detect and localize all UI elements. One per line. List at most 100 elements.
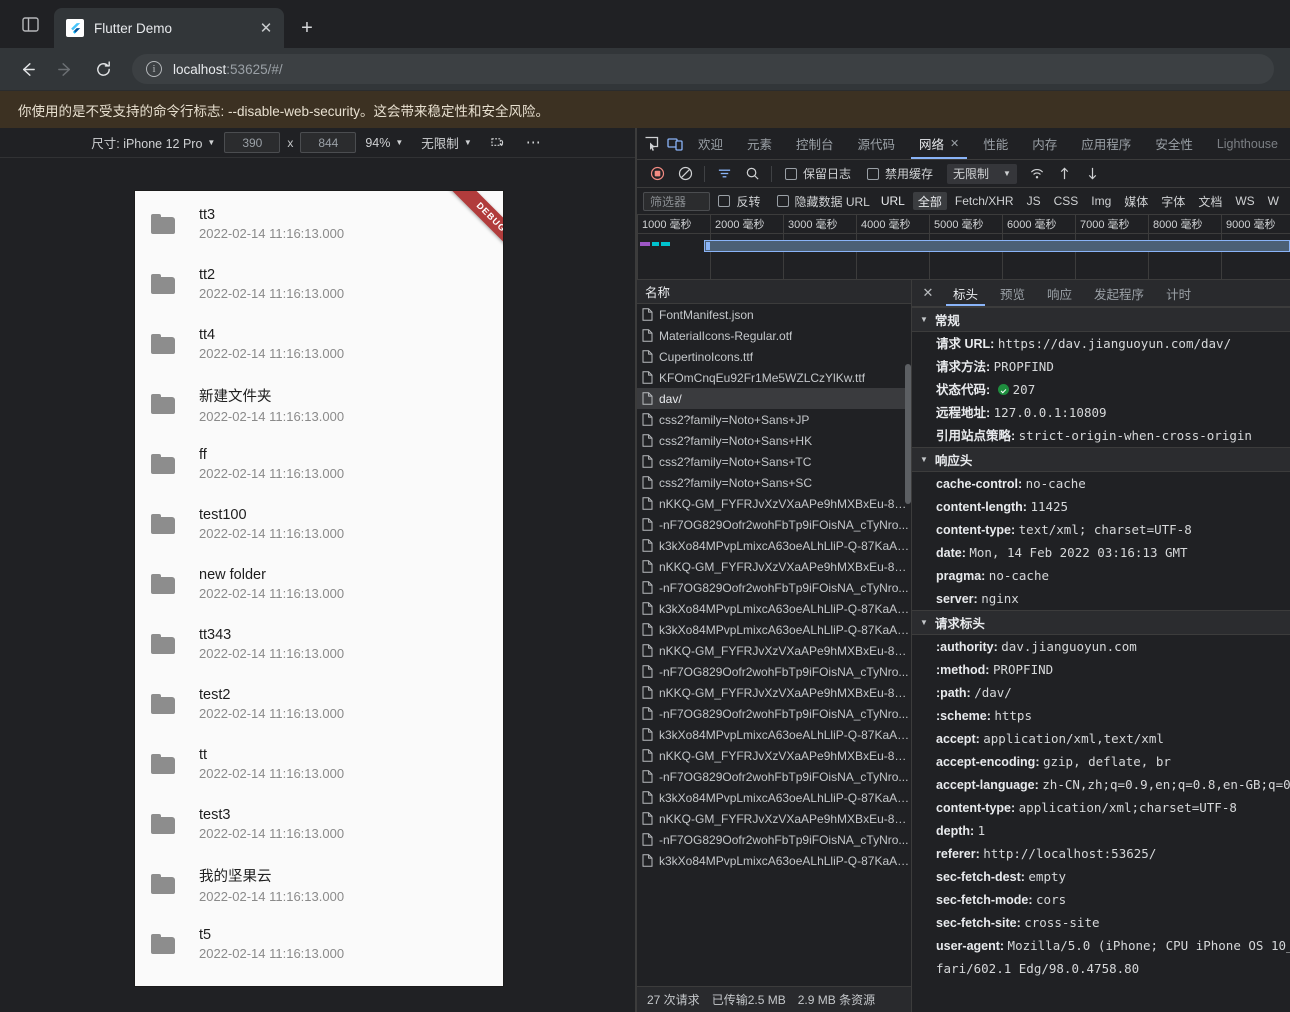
device-height-input[interactable]: 844 [300, 132, 356, 153]
close-icon[interactable]: ✕ [256, 18, 276, 38]
devtools-tab-安全性[interactable]: 安全性 [1143, 128, 1205, 159]
list-item[interactable]: new folder2022-02-14 11:16:13.000 [135, 554, 503, 614]
list-item[interactable]: tt2022-02-14 11:16:13.000 [135, 734, 503, 794]
filter-input[interactable]: 筛选器 [643, 192, 710, 211]
filter-type-CSS[interactable]: CSS [1049, 192, 1084, 210]
detail-tab-计时[interactable]: 计时 [1155, 280, 1202, 306]
filter-type-Fetch/XHR[interactable]: Fetch/XHR [950, 192, 1019, 210]
table-row[interactable]: nKKQ-GM_FYFRJvXzVXaAPe9hMXBxEu-8JKJi... [637, 556, 911, 577]
filter-type-JS[interactable]: JS [1022, 192, 1046, 210]
detail-tab-标头[interactable]: 标头 [942, 280, 989, 306]
devtools-tab-内存[interactable]: 内存 [1020, 128, 1069, 159]
table-row[interactable]: css2?family=Noto+Sans+SC [637, 472, 911, 493]
tab-list-icon[interactable] [12, 6, 48, 42]
list-item[interactable]: 新建文件夹2022-02-14 11:16:13.000 [135, 374, 503, 434]
overview-body[interactable] [637, 234, 1290, 280]
devtools-tab-元素[interactable]: 元素 [735, 128, 784, 159]
table-row[interactable]: KFOmCnqEu92Fr1Me5WZLCzYlKw.ttf [637, 367, 911, 388]
section-header-request-headers[interactable]: ▼请求标头 [912, 610, 1290, 635]
invert-checkbox[interactable]: 反转 [710, 193, 768, 210]
list-item[interactable]: test32022-02-14 11:16:13.000 [135, 794, 503, 854]
close-detail-icon[interactable]: ✕ [914, 280, 942, 306]
list-item[interactable]: t52022-02-14 11:16:13.000 [135, 914, 503, 974]
filter-type-媒体[interactable]: 媒体 [1119, 192, 1153, 210]
devtools-tab-网络[interactable]: 网络✕ [907, 128, 971, 159]
table-row[interactable]: -nF7OG829Oofr2wohFbTp9iFOisNA_cTyNro... [637, 577, 911, 598]
table-row[interactable]: dav/ [637, 388, 911, 409]
hide-data-urls-checkbox[interactable]: 隐藏数据 URL [769, 193, 872, 210]
request-column-header[interactable]: 名称 [637, 280, 911, 304]
detail-tab-预览[interactable]: 预览 [989, 280, 1036, 306]
table-row[interactable]: -nF7OG829Oofr2wohFbTp9iFOisNA_cTyNro... [637, 766, 911, 787]
throttle-selector[interactable]: 无限制 ▼ [412, 132, 480, 154]
forward-icon[interactable] [48, 52, 82, 86]
table-row[interactable]: nKKQ-GM_FYFRJvXzVXaAPe9hMXBxEu-8JKJi... [637, 640, 911, 661]
table-row[interactable]: css2?family=Noto+Sans+JP [637, 409, 911, 430]
network-overview[interactable]: 1000 毫秒2000 毫秒3000 毫秒4000 毫秒5000 毫秒6000 … [637, 215, 1290, 280]
filter-type-字体[interactable]: 字体 [1156, 192, 1190, 210]
table-row[interactable]: k3kXo84MPvpLmixcA63oeALhLliP-Q-87KaAa... [637, 598, 911, 619]
table-row[interactable]: css2?family=Noto+Sans+HK [637, 430, 911, 451]
request-list[interactable]: FontManifest.jsonMaterialIcons-Regular.o… [637, 304, 911, 986]
throttle-dropdown[interactable]: 无限制 ▼ [947, 164, 1017, 184]
list-item[interactable]: tt32022-02-14 11:16:13.000 [135, 194, 503, 254]
table-row[interactable]: k3kXo84MPvpLmixcA63oeALhLliP-Q-87KaAa... [637, 535, 911, 556]
table-row[interactable]: -nF7OG829Oofr2wohFbTp9iFOisNA_cTyNro... [637, 703, 911, 724]
detail-tab-发起程序[interactable]: 发起程序 [1083, 280, 1155, 306]
device-width-input[interactable]: 390 [224, 132, 280, 153]
section-header-general[interactable]: ▼常规 [912, 307, 1290, 332]
site-info-icon[interactable]: i [146, 61, 162, 77]
list-item[interactable]: test1002022-02-14 11:16:13.000 [135, 494, 503, 554]
list-item[interactable]: ff2022-02-14 11:16:13.000 [135, 434, 503, 494]
export-har-icon[interactable] [1079, 162, 1107, 186]
table-row[interactable]: k3kXo84MPvpLmixcA63oeALhLliP-Q-87KaAa... [637, 787, 911, 808]
table-row[interactable]: nKKQ-GM_FYFRJvXzVXaAPe9hMXBxEu-8JKJi... [637, 808, 911, 829]
filter-type-WS[interactable]: WS [1230, 192, 1259, 210]
table-row[interactable]: k3kXo84MPvpLmixcA63oeALhLliP-Q-87KaAa... [637, 724, 911, 745]
list-item[interactable]: tt22022-02-14 11:16:13.000 [135, 254, 503, 314]
list-item[interactable]: 我的坚果云2022-02-14 11:16:13.000 [135, 854, 503, 914]
new-tab-button[interactable]: + [292, 13, 322, 43]
disable-cache-checkbox[interactable]: 禁用缓存 [859, 165, 941, 182]
table-row[interactable]: nKKQ-GM_FYFRJvXzVXaAPe9hMXBxEu-8JKJi... [637, 745, 911, 766]
browser-tab[interactable]: Flutter Demo ✕ [54, 8, 284, 48]
list-item[interactable]: tt3432022-02-14 11:16:13.000 [135, 614, 503, 674]
table-row[interactable]: -nF7OG829Oofr2wohFbTp9iFOisNA_cTyNro... [637, 829, 911, 850]
table-row[interactable]: k3kXo84MPvpLmixcA63oeALhLliP-Q-87KaAa... [637, 619, 911, 640]
inspect-element-icon[interactable] [641, 128, 663, 159]
detail-tab-响应[interactable]: 响应 [1036, 280, 1083, 306]
address-bar[interactable]: i localhost:53625/#/ [132, 54, 1274, 84]
devtools-tab-应用程序[interactable]: 应用程序 [1069, 128, 1143, 159]
devtools-tab-源代码[interactable]: 源代码 [846, 128, 908, 159]
devtools-tab-Lighthouse[interactable]: Lighthouse [1205, 128, 1290, 159]
overview-selection-window[interactable] [704, 240, 1290, 252]
devtools-tab-性能[interactable]: 性能 [971, 128, 1020, 159]
import-har-icon[interactable] [1051, 162, 1079, 186]
table-row[interactable]: k3kXo84MPvpLmixcA63oeALhLliP-Q-87KaAa... [637, 850, 911, 871]
filter-icon[interactable] [710, 162, 738, 186]
filter-type-全部[interactable]: 全部 [913, 192, 947, 210]
back-icon[interactable] [10, 52, 44, 86]
list-item[interactable]: test22022-02-14 11:16:13.000 [135, 674, 503, 734]
network-conditions-icon[interactable] [1023, 162, 1051, 186]
filter-type-Img[interactable]: Img [1086, 192, 1116, 210]
table-row[interactable]: MaterialIcons-Regular.otf [637, 325, 911, 346]
preserve-log-checkbox[interactable]: 保留日志 [777, 165, 859, 182]
clear-icon[interactable] [671, 162, 699, 186]
table-row[interactable]: -nF7OG829Oofr2wohFbTp9iFOisNA_cTyNro... [637, 514, 911, 535]
zoom-selector[interactable]: 94% ▼ [356, 132, 412, 154]
request-list-scrollbar[interactable] [905, 364, 911, 504]
table-row[interactable]: nKKQ-GM_FYFRJvXzVXaAPe9hMXBxEu-8JKJi... [637, 682, 911, 703]
close-icon[interactable]: ✕ [950, 137, 959, 150]
toggle-device-toolbar-icon[interactable] [663, 128, 685, 159]
list-item[interactable]: tt42022-02-14 11:16:13.000 [135, 314, 503, 374]
table-row[interactable]: CupertinoIcons.ttf [637, 346, 911, 367]
table-row[interactable]: FontManifest.json [637, 304, 911, 325]
devtools-tab-控制台[interactable]: 控制台 [784, 128, 846, 159]
reload-icon[interactable] [86, 52, 120, 86]
devtools-tab-欢迎[interactable]: 欢迎 [686, 128, 735, 159]
device-size-selector[interactable]: 尺寸: iPhone 12 Pro ▼ [82, 132, 224, 154]
table-row[interactable]: nKKQ-GM_FYFRJvXzVXaAPe9hMXBxEu-8JKJi... [637, 493, 911, 514]
filter-type-W[interactable]: W [1263, 192, 1284, 210]
record-stop-icon[interactable] [643, 162, 671, 186]
